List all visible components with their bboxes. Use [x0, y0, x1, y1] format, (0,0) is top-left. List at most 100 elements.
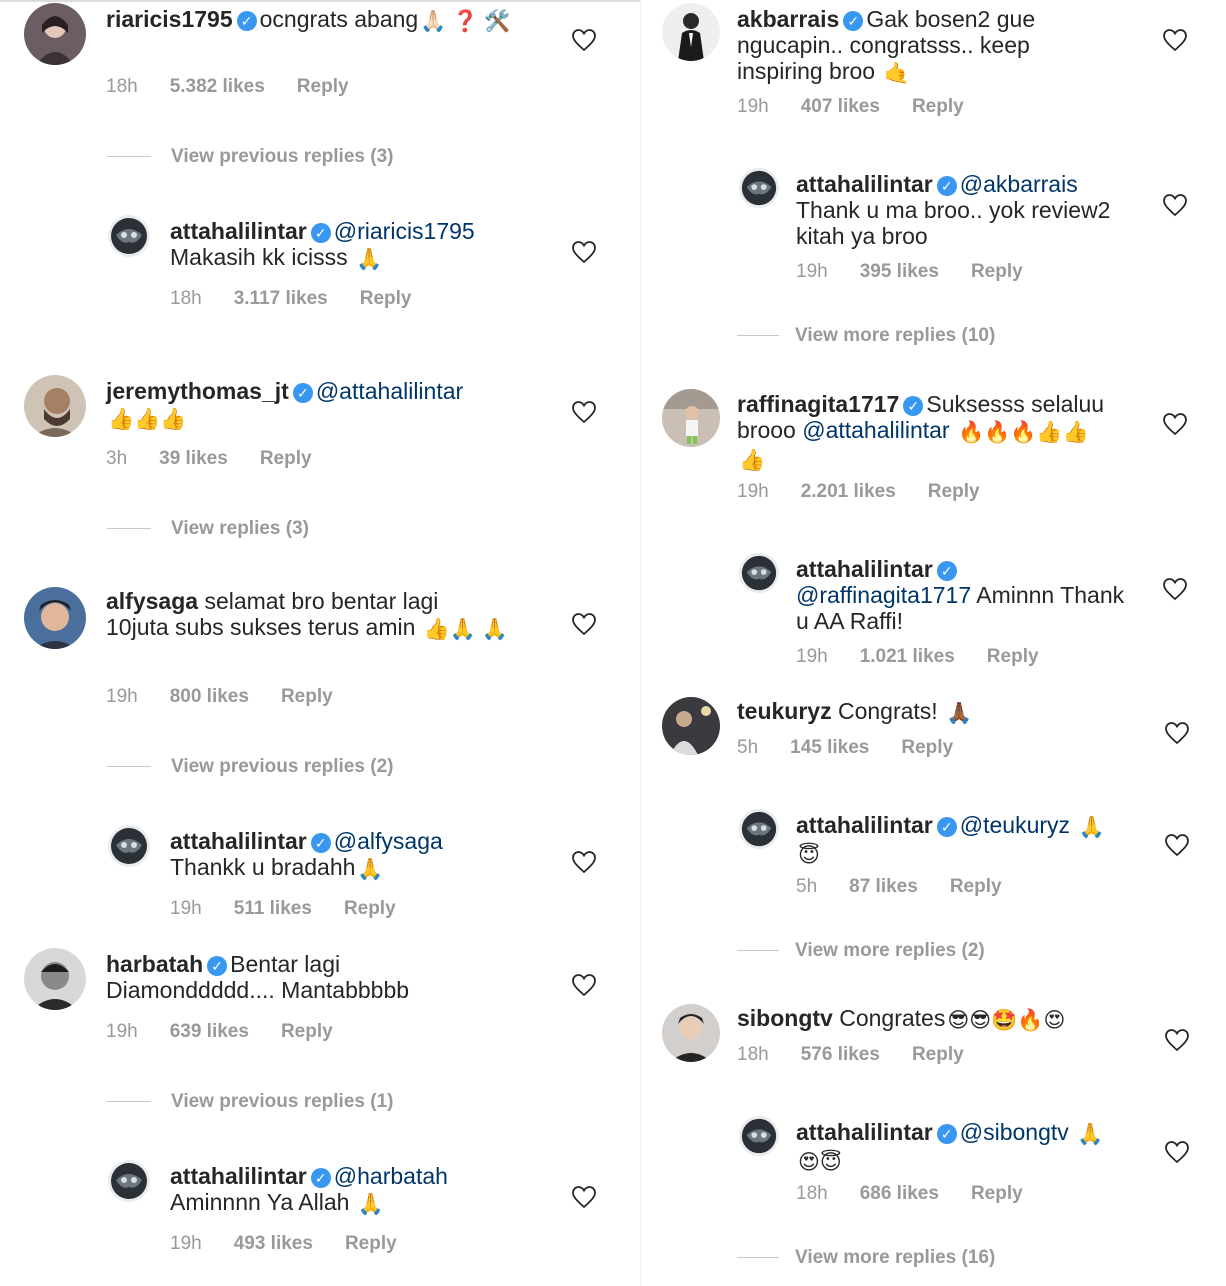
- view-replies-label[interactable]: View more replies (10): [795, 325, 995, 346]
- avatar[interactable]: [739, 168, 779, 208]
- username[interactable]: jeremythomas_jt: [106, 378, 289, 404]
- reply-button[interactable]: Reply: [260, 448, 312, 469]
- reply-button[interactable]: Reply: [912, 1044, 964, 1065]
- reply-button[interactable]: Reply: [281, 686, 333, 707]
- view-replies-button[interactable]: View replies (3): [107, 518, 309, 540]
- username[interactable]: teukuryz: [737, 698, 832, 724]
- mention[interactable]: @attahalilintar: [316, 378, 463, 404]
- likes-count[interactable]: 639 likes: [170, 1021, 249, 1042]
- like-heart-icon[interactable]: [1162, 193, 1188, 217]
- avatar[interactable]: [24, 3, 86, 65]
- likes-count[interactable]: 493 likes: [234, 1233, 313, 1254]
- username[interactable]: attahalilintar: [796, 171, 933, 197]
- mention[interactable]: @sibongtv: [960, 1119, 1069, 1145]
- avatar[interactable]: [739, 553, 779, 593]
- reply-button[interactable]: Reply: [987, 646, 1039, 667]
- reply-button[interactable]: Reply: [297, 76, 349, 97]
- like-heart-icon[interactable]: [1164, 1140, 1190, 1164]
- view-replies-button[interactable]: View previous replies (1): [107, 1091, 393, 1113]
- like-heart-icon[interactable]: [1164, 1028, 1190, 1052]
- likes-count[interactable]: 2.201 likes: [801, 481, 896, 502]
- username[interactable]: alfysaga: [106, 588, 198, 614]
- mention[interactable]: @teukuryz: [960, 812, 1070, 838]
- username[interactable]: attahalilintar: [796, 812, 933, 838]
- like-heart-icon[interactable]: [571, 850, 597, 874]
- mention[interactable]: @raffinagita1717: [796, 582, 971, 608]
- username[interactable]: attahalilintar: [170, 1163, 307, 1189]
- reply-button[interactable]: Reply: [281, 1021, 333, 1042]
- reply-meta: 19h 493 likes Reply: [170, 1233, 429, 1255]
- like-heart-icon[interactable]: [571, 28, 597, 52]
- likes-count[interactable]: 39 likes: [159, 448, 228, 469]
- avatar[interactable]: [662, 389, 720, 447]
- username[interactable]: attahalilintar: [170, 828, 307, 854]
- view-replies-label[interactable]: View replies (3): [171, 518, 309, 539]
- avatar[interactable]: [739, 809, 779, 849]
- reply-meta: 19h 511 likes Reply: [170, 898, 428, 920]
- likes-count[interactable]: 800 likes: [170, 686, 249, 707]
- avatar[interactable]: [662, 1004, 720, 1062]
- username[interactable]: harbatah: [106, 951, 203, 977]
- like-heart-icon[interactable]: [1162, 412, 1188, 436]
- like-heart-icon[interactable]: [1164, 721, 1190, 745]
- like-heart-icon[interactable]: [1162, 577, 1188, 601]
- username[interactable]: riaricis1795: [106, 6, 233, 32]
- username[interactable]: akbarrais: [737, 6, 839, 32]
- avatar[interactable]: [24, 948, 86, 1010]
- mention[interactable]: @akbarrais: [960, 171, 1078, 197]
- mention[interactable]: @attahalilintar: [802, 417, 949, 443]
- username[interactable]: sibongtv: [737, 1005, 833, 1031]
- avatar[interactable]: [24, 587, 86, 649]
- like-heart-icon[interactable]: [571, 240, 597, 264]
- like-heart-icon[interactable]: [571, 400, 597, 424]
- reply-button[interactable]: Reply: [360, 288, 412, 309]
- reply-button[interactable]: Reply: [950, 876, 1002, 897]
- username[interactable]: attahalilintar: [796, 556, 933, 582]
- view-replies-label[interactable]: View previous replies (2): [171, 756, 393, 777]
- reply-button[interactable]: Reply: [912, 96, 964, 117]
- likes-count[interactable]: 686 likes: [860, 1183, 939, 1204]
- mention[interactable]: @alfysaga: [334, 828, 443, 854]
- view-replies-label[interactable]: View previous replies (1): [171, 1091, 393, 1112]
- reply-button[interactable]: Reply: [971, 261, 1023, 282]
- like-heart-icon[interactable]: [1162, 28, 1188, 52]
- like-heart-icon[interactable]: [1164, 833, 1190, 857]
- mention[interactable]: @riaricis1795: [334, 218, 475, 244]
- username[interactable]: raffinagita1717: [737, 391, 899, 417]
- view-replies-label[interactable]: View more replies (2): [795, 940, 985, 961]
- reply-button[interactable]: Reply: [971, 1183, 1023, 1204]
- likes-count[interactable]: 87 likes: [849, 876, 918, 897]
- view-replies-button[interactable]: View previous replies (3): [107, 146, 393, 168]
- view-replies-button[interactable]: View more replies (2): [737, 940, 985, 962]
- like-heart-icon[interactable]: [571, 612, 597, 636]
- view-replies-label[interactable]: View more replies (16): [795, 1247, 995, 1268]
- like-heart-icon[interactable]: [571, 1185, 597, 1209]
- reply-button[interactable]: Reply: [901, 737, 953, 758]
- view-replies-button[interactable]: View previous replies (2): [107, 756, 393, 778]
- mention[interactable]: @harbatah: [334, 1163, 448, 1189]
- likes-count[interactable]: 145 likes: [790, 737, 869, 758]
- likes-count[interactable]: 395 likes: [860, 261, 939, 282]
- likes-count[interactable]: 1.021 likes: [860, 646, 955, 667]
- view-replies-button[interactable]: View more replies (16): [737, 1247, 995, 1269]
- username[interactable]: attahalilintar: [796, 1119, 933, 1145]
- reply-button[interactable]: Reply: [345, 1233, 397, 1254]
- avatar[interactable]: [24, 375, 86, 437]
- likes-count[interactable]: 407 likes: [801, 96, 880, 117]
- reply-button[interactable]: Reply: [344, 898, 396, 919]
- avatar[interactable]: [108, 215, 150, 257]
- username[interactable]: attahalilintar: [170, 218, 307, 244]
- view-replies-label[interactable]: View previous replies (3): [171, 146, 393, 167]
- avatar[interactable]: [662, 3, 720, 61]
- avatar[interactable]: [739, 1116, 779, 1156]
- likes-count[interactable]: 5.382 likes: [170, 76, 265, 97]
- likes-count[interactable]: 3.117 likes: [234, 288, 328, 309]
- likes-count[interactable]: 511 likes: [234, 898, 312, 919]
- view-replies-button[interactable]: View more replies (10): [737, 325, 995, 347]
- reply-button[interactable]: Reply: [928, 481, 980, 502]
- avatar[interactable]: [662, 697, 720, 755]
- likes-count[interactable]: 576 likes: [801, 1044, 880, 1065]
- avatar[interactable]: [108, 825, 150, 867]
- like-heart-icon[interactable]: [571, 973, 597, 997]
- avatar[interactable]: [108, 1160, 150, 1202]
